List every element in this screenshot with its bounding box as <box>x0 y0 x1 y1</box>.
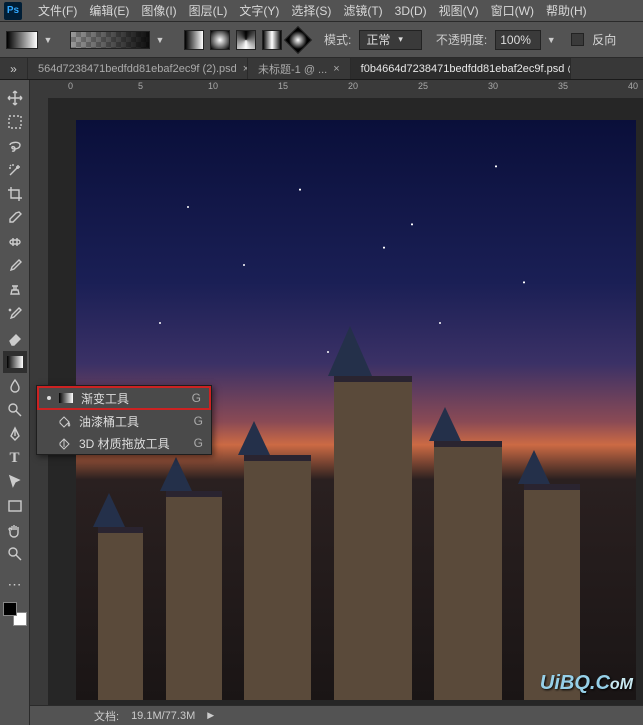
doc-tab-label: 564d7238471bedfdd81ebaf2ec9f (2).psd <box>38 63 237 75</box>
ruler-tick: 5 <box>138 81 143 91</box>
ruler-tick: 30 <box>488 81 498 91</box>
pen-tool[interactable] <box>3 423 27 445</box>
menu-select[interactable]: 选择(S) <box>285 2 337 19</box>
mode-select[interactable]: 正常 ▾ <box>359 30 422 50</box>
material-drop-icon <box>57 436 71 450</box>
ruler-tick: 25 <box>418 81 428 91</box>
rectangle-tool[interactable] <box>3 495 27 517</box>
opacity-dropdown[interactable]: ▼ <box>545 31 557 49</box>
status-bar: 文档: 19.1M/77.3M ▶ <box>30 705 643 725</box>
foreground-color-swatch[interactable] <box>3 602 17 616</box>
lasso-tool[interactable] <box>3 135 27 157</box>
tab-strip: » 564d7238471bedfdd81ebaf2ec9f (2).psd ×… <box>0 58 643 80</box>
status-doc-value: 19.1M/77.3M <box>131 710 195 722</box>
gradient-tool[interactable] <box>3 351 27 373</box>
ruler-tick: 10 <box>208 81 218 91</box>
menu-3d[interactable]: 3D(D) <box>389 4 433 18</box>
edit-toolbar-icon[interactable]: ⋯ <box>3 573 27 595</box>
gradient-editor-dropdown[interactable]: ▼ <box>154 31 166 49</box>
flyout-label: 油漆桶工具 <box>79 413 139 430</box>
flyout-item-3dmaterial[interactable]: 3D 材质拖放工具 G <box>37 432 211 454</box>
flyout-item-gradient[interactable]: 渐变工具 G <box>37 386 211 410</box>
workspace: T ⋯ 0 5 10 15 20 25 30 35 40 <box>0 80 643 725</box>
menu-window[interactable]: 窗口(W) <box>485 2 540 19</box>
menubar: Ps 文件(F) 编辑(E) 图像(I) 图层(L) 文字(Y) 选择(S) 滤… <box>0 0 643 22</box>
tool-preset-dropdown[interactable]: ▼ <box>42 31 54 49</box>
flyout-shortcut: G <box>192 391 201 405</box>
options-bar: ▼ ▼ 模式: 正常 ▾ 不透明度: 100% ▼ 反向 <box>0 22 643 58</box>
opacity-label: 不透明度: <box>436 31 487 48</box>
menu-help[interactable]: 帮助(H) <box>540 2 593 19</box>
gradient-type-radial[interactable] <box>210 30 230 50</box>
doc-tab-3[interactable]: f0b4664d7238471bedfdd81ebaf2ec9f.psd @ <box>351 58 571 79</box>
flyout-label: 3D 材质拖放工具 <box>79 435 170 452</box>
type-tool[interactable]: T <box>3 447 27 469</box>
opacity-input[interactable]: 100% <box>495 30 541 50</box>
gradient-type-reflected[interactable] <box>262 30 282 50</box>
history-brush-tool[interactable] <box>3 303 27 325</box>
reverse-label: 反向 <box>592 31 616 48</box>
marquee-tool[interactable] <box>3 111 27 133</box>
reverse-checkbox[interactable] <box>571 33 584 46</box>
close-icon[interactable]: × <box>333 63 339 75</box>
hand-tool[interactable] <box>3 519 27 541</box>
menu-type[interactable]: 文字(Y) <box>233 2 285 19</box>
mode-value: 正常 <box>366 31 390 48</box>
path-select-tool[interactable] <box>3 471 27 493</box>
ruler-origin[interactable] <box>30 80 48 98</box>
menu-layer[interactable]: 图层(L) <box>183 2 234 19</box>
ruler-tick: 0 <box>68 81 73 91</box>
menu-view[interactable]: 视图(V) <box>433 2 485 19</box>
menu-edit[interactable]: 编辑(E) <box>83 2 135 19</box>
eyedropper-tool[interactable] <box>3 207 27 229</box>
watermark: UiBQ.CoM <box>540 672 633 695</box>
ruler-tick: 15 <box>278 81 288 91</box>
gradient-type-linear[interactable] <box>184 30 204 50</box>
crop-tool[interactable] <box>3 183 27 205</box>
selected-dot-icon <box>47 396 51 400</box>
ruler-tick: 35 <box>558 81 568 91</box>
flyout-label: 渐变工具 <box>81 390 129 407</box>
toolbox: T ⋯ <box>0 80 30 725</box>
status-menu-caret[interactable]: ▶ <box>207 710 214 721</box>
dodge-tool[interactable] <box>3 399 27 421</box>
menu-filter[interactable]: 滤镜(T) <box>337 2 388 19</box>
doc-tab-2[interactable]: 未标题-1 @ ... × <box>248 58 351 79</box>
app-logo: Ps <box>4 2 22 20</box>
zoom-tool[interactable] <box>3 543 27 565</box>
ruler-horizontal[interactable]: 0 5 10 15 20 25 30 35 40 <box>48 80 643 98</box>
flyout-shortcut: G <box>194 436 203 450</box>
magic-wand-tool[interactable] <box>3 159 27 181</box>
color-swatches[interactable] <box>3 602 27 626</box>
gradient-type-angle[interactable] <box>236 30 256 50</box>
collapse-panel-button[interactable]: » <box>0 58 28 79</box>
eraser-tool[interactable] <box>3 327 27 349</box>
gradient-icon <box>59 391 73 405</box>
ruler-tick: 40 <box>628 81 638 91</box>
opacity-value: 100% <box>500 33 531 47</box>
menu-image[interactable]: 图像(I) <box>135 2 182 19</box>
gradient-type-diamond[interactable] <box>284 25 312 53</box>
mode-label: 模式: <box>324 31 351 48</box>
flyout-item-paintbucket[interactable]: 油漆桶工具 G <box>37 410 211 432</box>
doc-tab-label: 未标题-1 @ ... <box>258 61 327 77</box>
blur-tool[interactable] <box>3 375 27 397</box>
doc-tab-1[interactable]: 564d7238471bedfdd81ebaf2ec9f (2).psd × <box>28 58 248 79</box>
move-tool[interactable] <box>3 87 27 109</box>
flyout-shortcut: G <box>194 414 203 428</box>
ruler-tick: 20 <box>348 81 358 91</box>
clone-stamp-tool[interactable] <box>3 279 27 301</box>
paint-bucket-icon <box>57 414 71 428</box>
brush-tool[interactable] <box>3 255 27 277</box>
gradient-editor-swatch[interactable] <box>70 31 150 49</box>
spot-heal-tool[interactable] <box>3 231 27 253</box>
tool-preset-icon[interactable] <box>6 31 38 49</box>
menu-file[interactable]: 文件(F) <box>32 2 83 19</box>
status-doc-label: 文档: <box>94 708 119 724</box>
doc-tab-label: f0b4664d7238471bedfdd81ebaf2ec9f.psd @ <box>361 63 571 75</box>
gradient-tool-flyout: 渐变工具 G 油漆桶工具 G 3D 材质拖放工具 G <box>36 385 212 455</box>
